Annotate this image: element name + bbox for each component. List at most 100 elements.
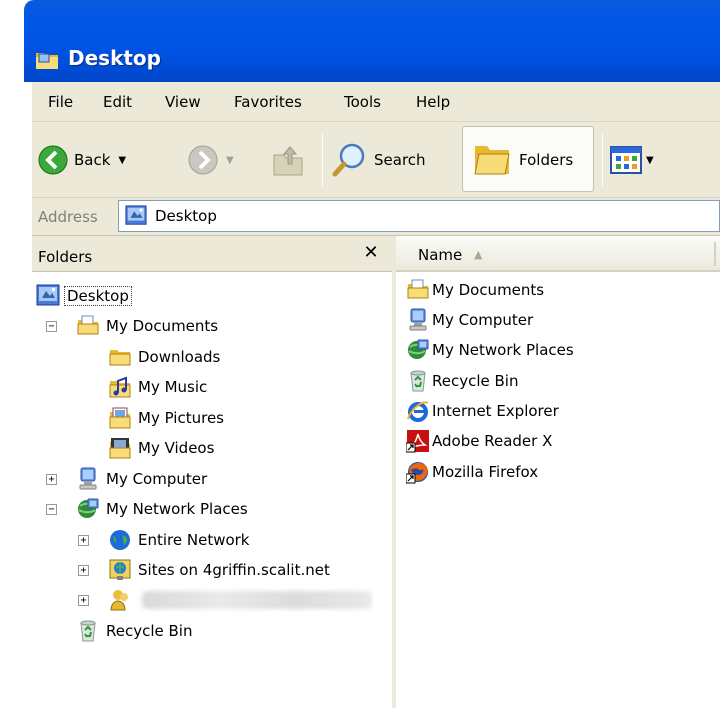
recycle-bin-icon: [76, 619, 100, 643]
network-icon: [76, 497, 100, 521]
my-documents-icon: [76, 314, 100, 338]
list-item-mozilla-firefox[interactable]: Mozilla Firefox: [406, 458, 538, 486]
up-folder-icon: [273, 146, 303, 176]
sort-ascending-icon: ▲: [474, 248, 483, 261]
folders-pane: Folders ✕ Desktop − My Documents Downloa…: [32, 236, 396, 708]
menu-view[interactable]: View: [165, 93, 201, 111]
forward-dropdown-icon[interactable]: ▼: [226, 155, 234, 166]
tree-label: Entire Network: [138, 531, 250, 549]
column-divider[interactable]: [714, 242, 716, 266]
tree-label: Desktop: [64, 286, 132, 306]
tree-label: My Music: [138, 378, 208, 396]
expand-icon[interactable]: +: [46, 474, 57, 485]
tree-item-my-documents[interactable]: My Documents: [76, 312, 218, 340]
menu-favorites[interactable]: Favorites: [234, 93, 302, 111]
name-column-header[interactable]: Name ▲: [396, 236, 720, 272]
videos-folder-icon: [108, 436, 132, 460]
tree-label: Downloads: [138, 348, 221, 366]
address-label: Address: [38, 208, 98, 226]
globe-icon: [108, 528, 132, 552]
tree-item-sites-on[interactable]: Sites on 4griffin.scalit.net: [108, 556, 330, 584]
redacted-label: [142, 591, 372, 609]
explorer-window: Desktop File Edit View Favorites Tools H…: [0, 0, 720, 708]
search-icon: [332, 143, 365, 177]
expand-icon[interactable]: +: [78, 535, 89, 546]
tree-item-my-videos[interactable]: My Videos: [108, 434, 214, 462]
standard-toolbar: Back ▼ ▼ Search Folders ▼: [32, 122, 720, 198]
menu-file[interactable]: File: [48, 93, 73, 111]
list-item-my-computer[interactable]: My Computer: [406, 306, 533, 334]
desktop-icon: [125, 205, 147, 227]
menu-edit[interactable]: Edit: [103, 93, 132, 111]
views-dropdown-icon[interactable]: ▼: [646, 155, 654, 166]
window-title: Desktop: [68, 46, 161, 70]
list-item-label: Mozilla Firefox: [432, 463, 539, 481]
tree-label: Sites on 4griffin.scalit.net: [138, 561, 330, 579]
user-folder-icon: [108, 588, 132, 612]
expand-icon[interactable]: +: [78, 565, 89, 576]
views-button[interactable]: ▼: [610, 122, 654, 198]
close-icon[interactable]: ✕: [360, 242, 382, 264]
music-folder-icon: [108, 375, 132, 399]
window-frame-left: [0, 0, 24, 708]
folders-label: Folders: [519, 151, 574, 169]
tree-item-downloads[interactable]: Downloads: [108, 343, 220, 371]
computer-icon: [406, 308, 430, 332]
tree-label: My Pictures: [138, 409, 224, 427]
tree-label: Recycle Bin: [106, 622, 193, 640]
back-dropdown-icon[interactable]: ▼: [118, 155, 126, 166]
tree-item-recycle-bin[interactable]: Recycle Bin: [76, 617, 192, 645]
list-item-recycle-bin[interactable]: Recycle Bin: [406, 367, 518, 395]
tree-item-redacted[interactable]: [108, 586, 372, 614]
search-button[interactable]: Search: [332, 122, 426, 198]
title-bar[interactable]: Desktop: [24, 0, 720, 82]
tree-label: My Videos: [138, 439, 215, 457]
collapse-icon[interactable]: −: [46, 321, 57, 332]
list-item-label: My Documents: [432, 281, 545, 299]
list-item-label: Internet Explorer: [432, 402, 559, 420]
recycle-bin-icon: [406, 369, 430, 393]
tree-item-my-music[interactable]: My Music: [108, 373, 207, 401]
list-item-my-network-places[interactable]: My Network Places: [406, 336, 574, 364]
adobe-reader-icon: [406, 429, 430, 453]
folder-icon: [108, 345, 132, 369]
toolbar-separator: [602, 134, 603, 186]
tree-item-my-network-places[interactable]: My Network Places: [76, 495, 248, 523]
address-bar: Address Desktop: [32, 198, 720, 236]
list-item-internet-explorer[interactable]: Internet Explorer: [406, 397, 559, 425]
list-item-my-documents[interactable]: My Documents: [406, 276, 544, 304]
expand-icon[interactable]: +: [78, 595, 89, 606]
menu-tools[interactable]: Tools: [344, 93, 381, 111]
collapse-icon[interactable]: −: [46, 504, 57, 515]
list-item-label: My Computer: [432, 311, 534, 329]
my-documents-icon: [406, 278, 430, 302]
back-button[interactable]: Back ▼: [38, 122, 126, 198]
menu-help[interactable]: Help: [416, 93, 450, 111]
folders-pane-header: Folders ✕: [32, 236, 392, 272]
folders-pane-title: Folders: [38, 248, 93, 266]
network-icon: [406, 338, 430, 362]
toolbar-separator: [322, 134, 323, 186]
computer-icon: [76, 467, 100, 491]
tree-item-entire-network[interactable]: Entire Network: [108, 526, 250, 554]
list-item-label: Recycle Bin: [432, 372, 519, 390]
search-label: Search: [374, 151, 426, 169]
list-item-label: Adobe Reader X: [432, 432, 553, 450]
back-label: Back: [74, 151, 111, 169]
tree-item-my-pictures[interactable]: My Pictures: [108, 404, 224, 432]
list-item-label: My Network Places: [432, 341, 574, 359]
tree-label: My Computer: [106, 470, 208, 488]
folders-button[interactable]: Folders: [462, 126, 594, 192]
list-item-adobe-reader[interactable]: Adobe Reader X: [406, 427, 552, 455]
file-list-pane: Name ▲ My Documents My Computer My Netwo…: [396, 236, 720, 708]
web-folder-icon: [108, 558, 132, 582]
forward-arrow-icon: [188, 145, 218, 175]
back-arrow-icon: [38, 145, 68, 175]
tree-item-my-computer[interactable]: My Computer: [76, 465, 207, 493]
tree-item-desktop[interactable]: Desktop: [36, 282, 132, 310]
folder-icon: [36, 53, 58, 69]
address-input[interactable]: Desktop: [118, 200, 720, 232]
up-folder-button[interactable]: [272, 122, 304, 198]
pictures-folder-icon: [108, 406, 132, 430]
forward-button[interactable]: ▼: [188, 122, 234, 198]
